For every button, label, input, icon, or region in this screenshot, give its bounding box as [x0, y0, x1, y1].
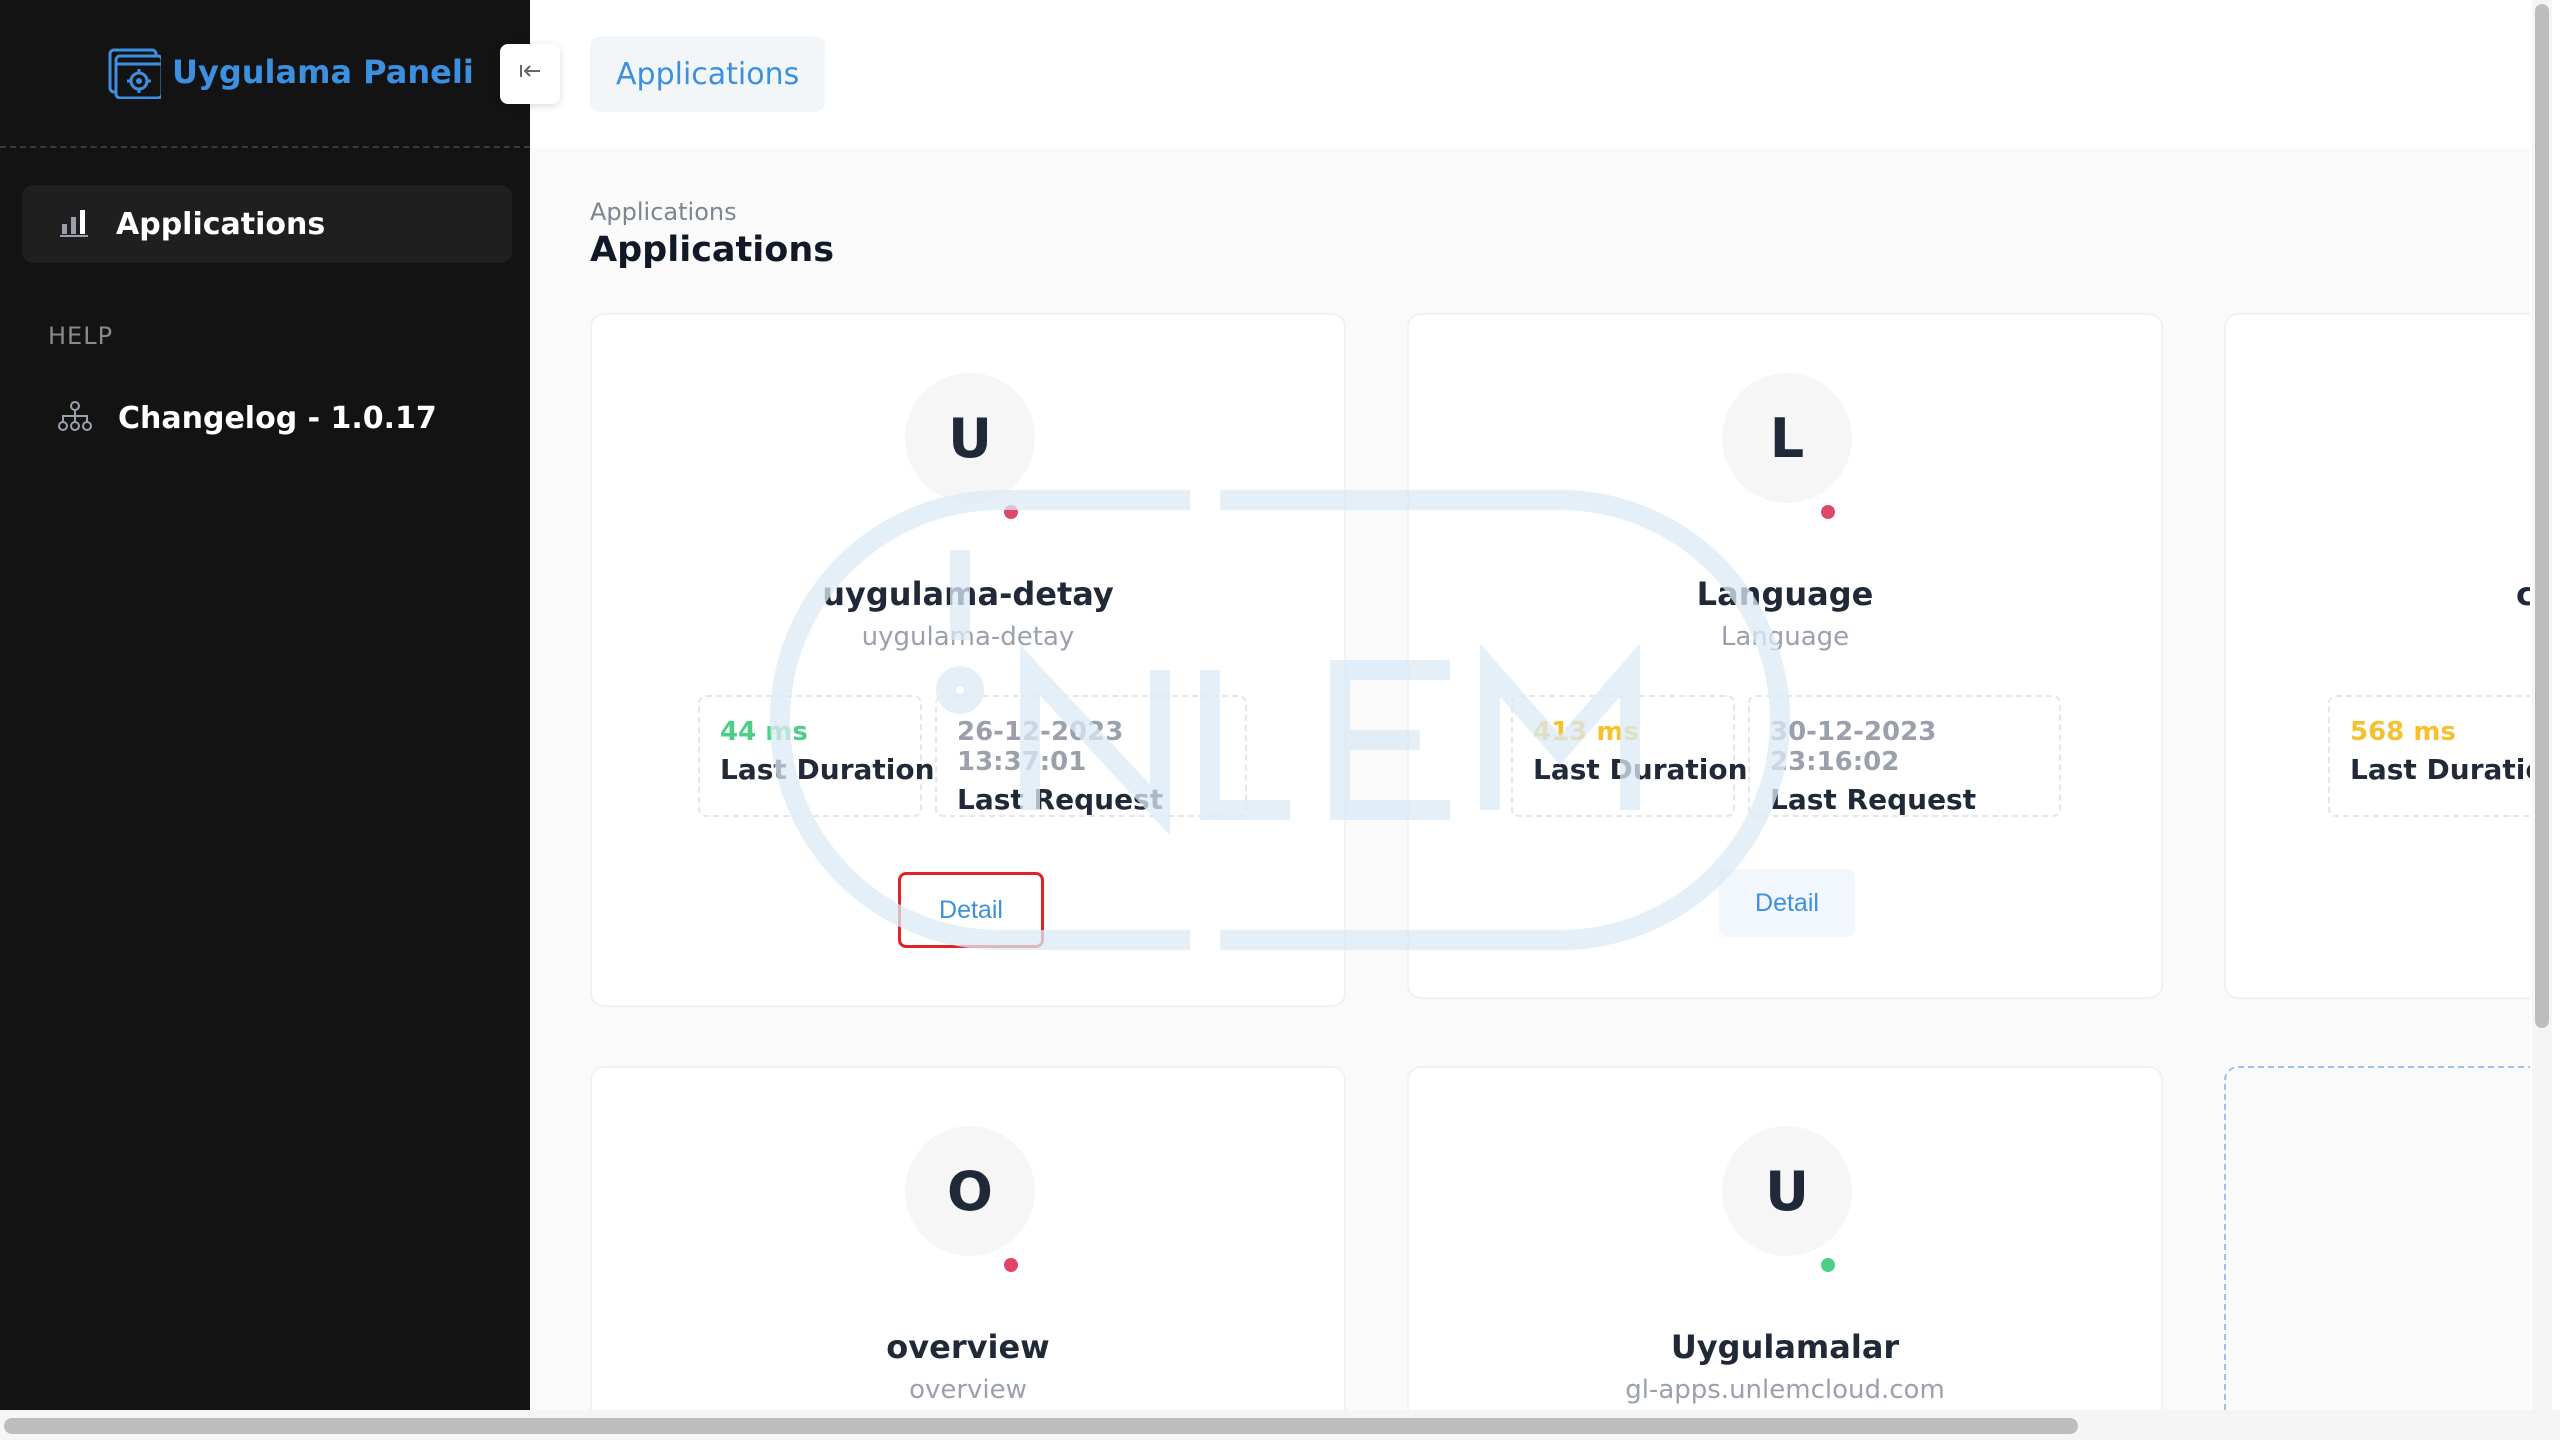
duration-label: Last Duration [1533, 753, 1748, 786]
request-stat: 26-12-2023 13:37:01 Last Request [935, 695, 1247, 817]
duration-label: Last Duration [720, 753, 935, 786]
sidebar-divider [0, 146, 530, 148]
arrow-left-icon [518, 61, 542, 87]
bar-chart-icon [58, 206, 90, 242]
collapse-sidebar-button[interactable] [500, 44, 560, 104]
sidebar-item-label: Applications [116, 206, 326, 242]
request-label: Last Request [1770, 783, 1977, 816]
sitemap-icon [58, 400, 92, 436]
app-subtitle: gl-apps.unlemcloud.com [1625, 1375, 1945, 1405]
duration-stat: 413 ms Last Duration [1511, 695, 1748, 817]
breadcrumb: Applications [590, 198, 737, 226]
duration-stat: 44 ms Last Duration [698, 695, 935, 817]
sidebar-item-label: Changelog - 1.0.17 [118, 400, 437, 436]
app-name: overview [886, 1328, 1050, 1366]
app-avatar: L [1722, 373, 1852, 503]
duration-label: Last Duration [2350, 753, 2530, 786]
status-dot [1004, 505, 1018, 519]
sidebar: Uygulama Paneli Applications HELP Change… [0, 0, 530, 1410]
duration-value: 44 ms [720, 717, 808, 747]
vertical-scrollbar[interactable] [2532, 0, 2552, 1410]
duration-value: 568 ms [2350, 717, 2456, 747]
duration-stat: 568 ms Last Duration [2328, 695, 2530, 817]
app-subtitle: Language [1720, 622, 1850, 652]
brand[interactable]: Uygulama Paneli [106, 44, 474, 100]
app-card: c 568 ms Last Duration [2224, 313, 2530, 999]
app-name: Language [1696, 575, 1874, 613]
vertical-scroll-thumb[interactable] [2535, 4, 2549, 1028]
page-title: Applications [590, 230, 835, 270]
add-app-placeholder[interactable] [2224, 1066, 2530, 1410]
sidebar-item-changelog[interactable]: Changelog - 1.0.17 [22, 380, 512, 456]
app-avatar: U [1722, 1126, 1852, 1256]
request-label: Last Request [957, 783, 1164, 816]
horizontal-scrollbar[interactable] [0, 1410, 2560, 1440]
brand-name: Uygulama Paneli [172, 53, 474, 91]
sidebar-item-applications[interactable]: Applications [22, 185, 512, 263]
app-avatar: O [905, 1126, 1035, 1256]
detail-button[interactable]: Detail [898, 872, 1044, 948]
app-name: Uygulamalar [1670, 1328, 1900, 1366]
app-name: uygulama-detay [822, 575, 1114, 613]
app-subtitle: uygulama-detay [861, 622, 1075, 652]
main-content: Applications Applications U uygulama-det… [530, 148, 2530, 1410]
request-value: 26-12-2023 13:37:01 [957, 717, 1124, 777]
duration-value: 413 ms [1533, 717, 1639, 747]
app-name: c [2516, 575, 2530, 613]
app-card: O overview overview [590, 1066, 1346, 1410]
request-stat: 30-12-2023 23:16:02 Last Request [1748, 695, 2061, 817]
status-dot [1004, 1258, 1018, 1272]
app-card: U Uygulamalar gl-apps.unlemcloud.com [1407, 1066, 2163, 1410]
app-card: U uygulama-detay uygulama-detay 44 ms La… [590, 313, 1346, 1007]
status-dot [1821, 505, 1835, 519]
topbar: Applications [530, 0, 2530, 148]
status-dot [1821, 1258, 1835, 1272]
app-card: L Language Language 413 ms Last Duration… [1407, 313, 2163, 999]
app-window-gear-icon [106, 44, 162, 100]
horizontal-scroll-thumb[interactable] [4, 1418, 2078, 1434]
detail-button[interactable]: Detail [1719, 869, 1855, 937]
tab-applications[interactable]: Applications [590, 36, 826, 112]
request-value: 30-12-2023 23:16:02 [1770, 717, 1937, 777]
app-subtitle: overview [909, 1375, 1027, 1405]
app-avatar: U [905, 373, 1035, 503]
sidebar-section-title: HELP [48, 322, 114, 350]
